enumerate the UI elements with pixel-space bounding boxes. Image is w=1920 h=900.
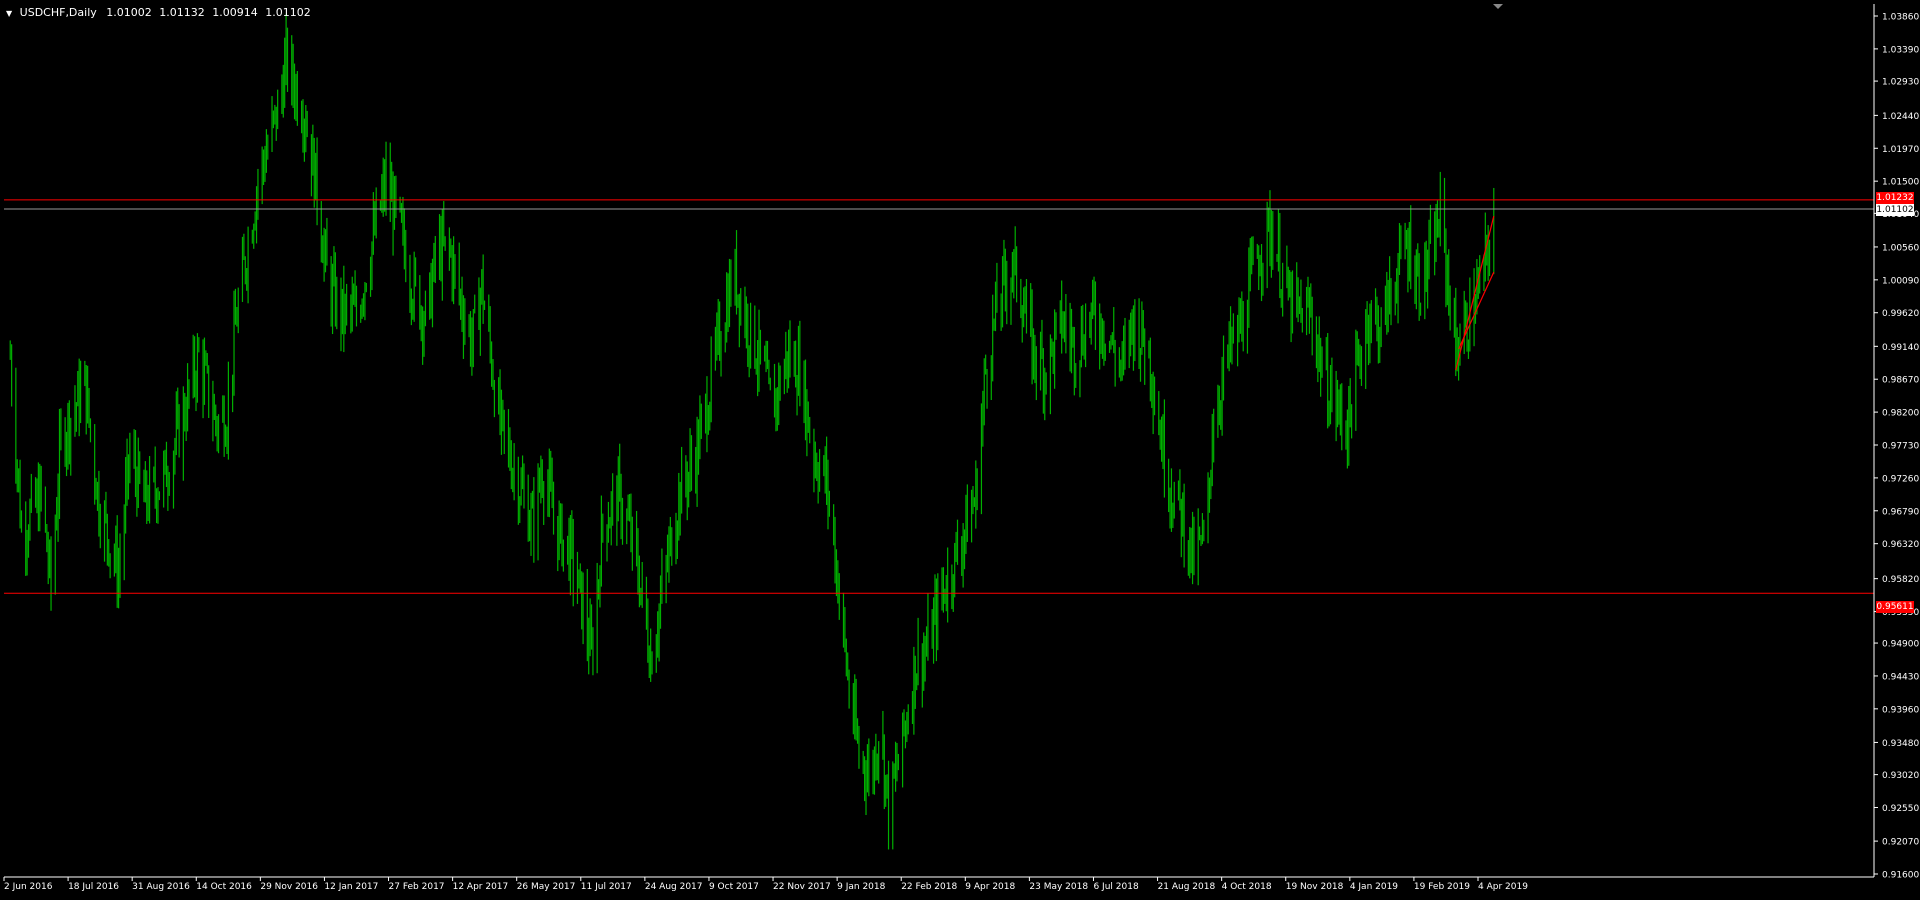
y-tick-label: 0.99620 [1882, 309, 1919, 319]
y-tick-label: 1.03390 [1882, 45, 1919, 55]
ohlc-values: 1.01002 1.01132 1.00914 1.01102 [106, 6, 315, 19]
collapse-triangle-icon[interactable]: ▼ [6, 9, 12, 18]
y-tick-label: 0.94900 [1882, 640, 1919, 650]
x-tick-label: 11 Jul 2017 [581, 882, 632, 892]
x-tick-label: 18 Jul 2016 [68, 882, 119, 892]
low-value: 1.00914 [212, 6, 258, 19]
x-tick-label: 31 Aug 2016 [132, 882, 190, 892]
x-tick-label: 4 Oct 2018 [1222, 882, 1272, 892]
y-tick-label: 0.96320 [1882, 540, 1919, 550]
horizontal-levels [4, 199, 1874, 594]
x-tick-label: 19 Feb 2019 [1414, 882, 1470, 892]
x-tick-label: 12 Jan 2017 [324, 882, 378, 892]
price-bars [9, 13, 1495, 850]
x-tick-label: 29 Nov 2016 [260, 882, 318, 892]
x-tick-label: 9 Oct 2017 [709, 882, 759, 892]
price-axis: 1.03860 1.03390 1.02930 1.02440 1.01970 1.015… [1874, 13, 1919, 881]
x-tick-label: 12 Apr 2017 [453, 882, 509, 892]
x-tick-label: 19 Nov 2018 [1286, 882, 1344, 892]
time-axis: 2 Jun 2016 18 Jul 2016 31 Aug 2016 14 Oct 2… [3, 877, 1528, 892]
x-tick-label: 9 Jan 2018 [837, 882, 885, 892]
y-tick-label: 0.97260 [1882, 474, 1919, 484]
x-tick-label: 24 Aug 2017 [645, 882, 703, 892]
x-tick-label: 6 Jul 2018 [1093, 882, 1138, 892]
x-tick-label: 4 Apr 2019 [1478, 882, 1528, 892]
y-tick-label: 1.01500 [1882, 178, 1919, 188]
price-chart[interactable]: 1.03860 1.03390 1.02930 1.02440 1.01970 1.015… [0, 0, 1920, 900]
chart-axes [4, 4, 1875, 878]
symbol-timeframe: USDCHF,Daily [19, 6, 97, 19]
chart-window[interactable]: 1.03860 1.03390 1.02930 1.02440 1.01970 1.015… [0, 0, 1920, 900]
y-tick-label: 0.93960 [1882, 705, 1919, 715]
x-tick-label: 23 May 2018 [1029, 882, 1088, 892]
x-tick-label: 2 Jun 2016 [4, 882, 53, 892]
y-tick-label: 0.96790 [1882, 507, 1919, 517]
y-tick-label: 1.00560 [1882, 243, 1919, 253]
x-tick-label: 9 Apr 2018 [965, 882, 1015, 892]
y-tick-label: 1.01970 [1882, 145, 1919, 155]
y-tick-label: 0.98670 [1882, 376, 1919, 386]
x-tick-label: 22 Feb 2018 [901, 882, 957, 892]
trend-lines [1455, 216, 1495, 371]
upper-level-price-tag: 1.01232 [1876, 192, 1914, 204]
y-tick-label: 0.93480 [1882, 739, 1919, 749]
y-tick-label: 0.98200 [1882, 409, 1919, 419]
open-value: 1.01002 [106, 6, 152, 19]
y-tick-label: 0.97730 [1882, 442, 1919, 452]
trend-line [1455, 216, 1495, 371]
lower-level-price-tag: 0.95611 [1876, 601, 1914, 613]
y-tick-label: 0.99140 [1882, 343, 1919, 353]
y-tick-label: 0.95820 [1882, 575, 1919, 585]
chart-title-bar: ▼ USDCHF,Daily 1.01002 1.01132 1.00914 1… [6, 6, 315, 19]
y-tick-label: 0.92550 [1882, 804, 1919, 814]
high-value: 1.01132 [159, 6, 205, 19]
y-tick-label: 1.02440 [1882, 112, 1919, 122]
x-tick-label: 14 Oct 2016 [196, 882, 252, 892]
x-tick-label: 21 Aug 2018 [1158, 882, 1216, 892]
y-tick-label: 0.91600 [1882, 871, 1919, 881]
x-tick-label: 27 Feb 2017 [389, 882, 445, 892]
current-price-tag: 1.01102 [1876, 204, 1914, 216]
y-tick-label: 0.94430 [1882, 672, 1919, 682]
y-tick-label: 0.93020 [1882, 771, 1919, 781]
x-tick-label: 26 May 2017 [517, 882, 576, 892]
shift-marker-icon[interactable] [1493, 4, 1503, 9]
y-tick-label: 1.02930 [1882, 78, 1919, 88]
close-value: 1.01102 [265, 6, 311, 19]
y-tick-label: 0.92070 [1882, 838, 1919, 848]
y-tick-label: 1.00090 [1882, 276, 1919, 286]
x-tick-label: 22 Nov 2017 [773, 882, 831, 892]
x-tick-label: 4 Jan 2019 [1350, 882, 1398, 892]
y-tick-label: 1.03860 [1882, 13, 1919, 23]
